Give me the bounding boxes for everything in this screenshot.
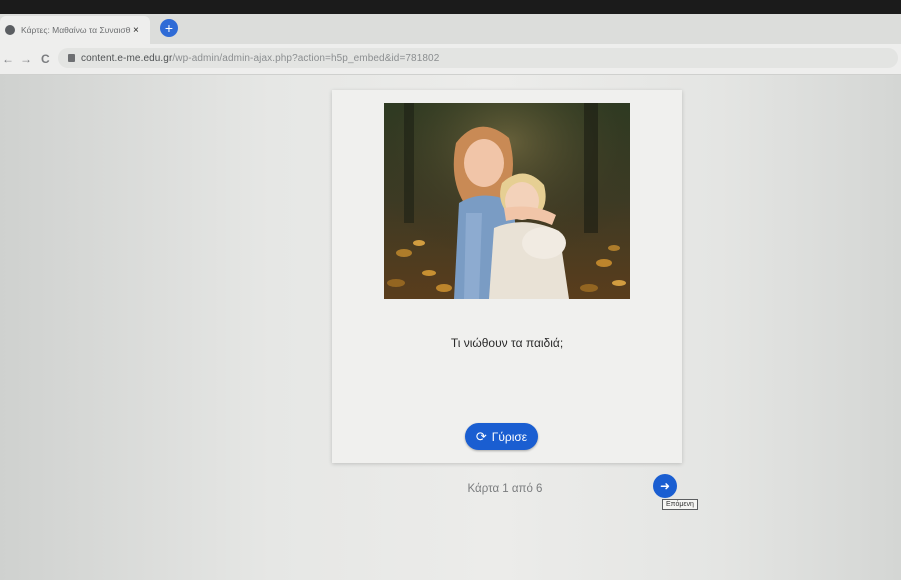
lock-icon <box>68 54 75 62</box>
monitor-bezel <box>0 0 901 14</box>
browser-tab[interactable]: Κάρτες: Μαθαίνω τα Συναισθή... × <box>0 16 150 44</box>
arrow-right-icon: ➜ <box>659 479 671 493</box>
close-tab-button[interactable]: × <box>133 25 139 36</box>
next-button[interactable]: ➜ <box>653 474 677 498</box>
address-bar[interactable]: content.e-me.edu.gr/wp-admin/admin-ajax.… <box>58 48 898 68</box>
back-button[interactable]: ← <box>2 52 14 66</box>
tab-title: Κάρτες: Μαθαίνω τα Συναισθή... <box>21 25 131 35</box>
card-question: Τι νιώθουν τα παιδιά; <box>450 336 564 350</box>
screen: Κάρτες: Μαθαίνω τα Συναισθή... × + ← → C… <box>0 0 901 580</box>
globe-icon <box>5 25 15 35</box>
url-text: content.e-me.edu.gr/wp-admin/admin-ajax.… <box>81 52 440 64</box>
new-tab-button[interactable]: + <box>160 19 178 37</box>
flip-button-label: Γύρισε <box>491 429 528 444</box>
card-counter: Κάρτα 1 από 6 <box>467 483 543 495</box>
photo-two-girls-hugging-icon <box>384 103 630 299</box>
forward-button[interactable]: → <box>20 52 32 66</box>
reload-button[interactable]: C <box>41 52 50 66</box>
refresh-icon: ⟳ <box>475 429 487 444</box>
flip-button[interactable]: ⟳ Γύρισε <box>465 423 538 450</box>
next-tooltip: Επόμενη <box>662 499 698 510</box>
card-image <box>384 103 630 299</box>
